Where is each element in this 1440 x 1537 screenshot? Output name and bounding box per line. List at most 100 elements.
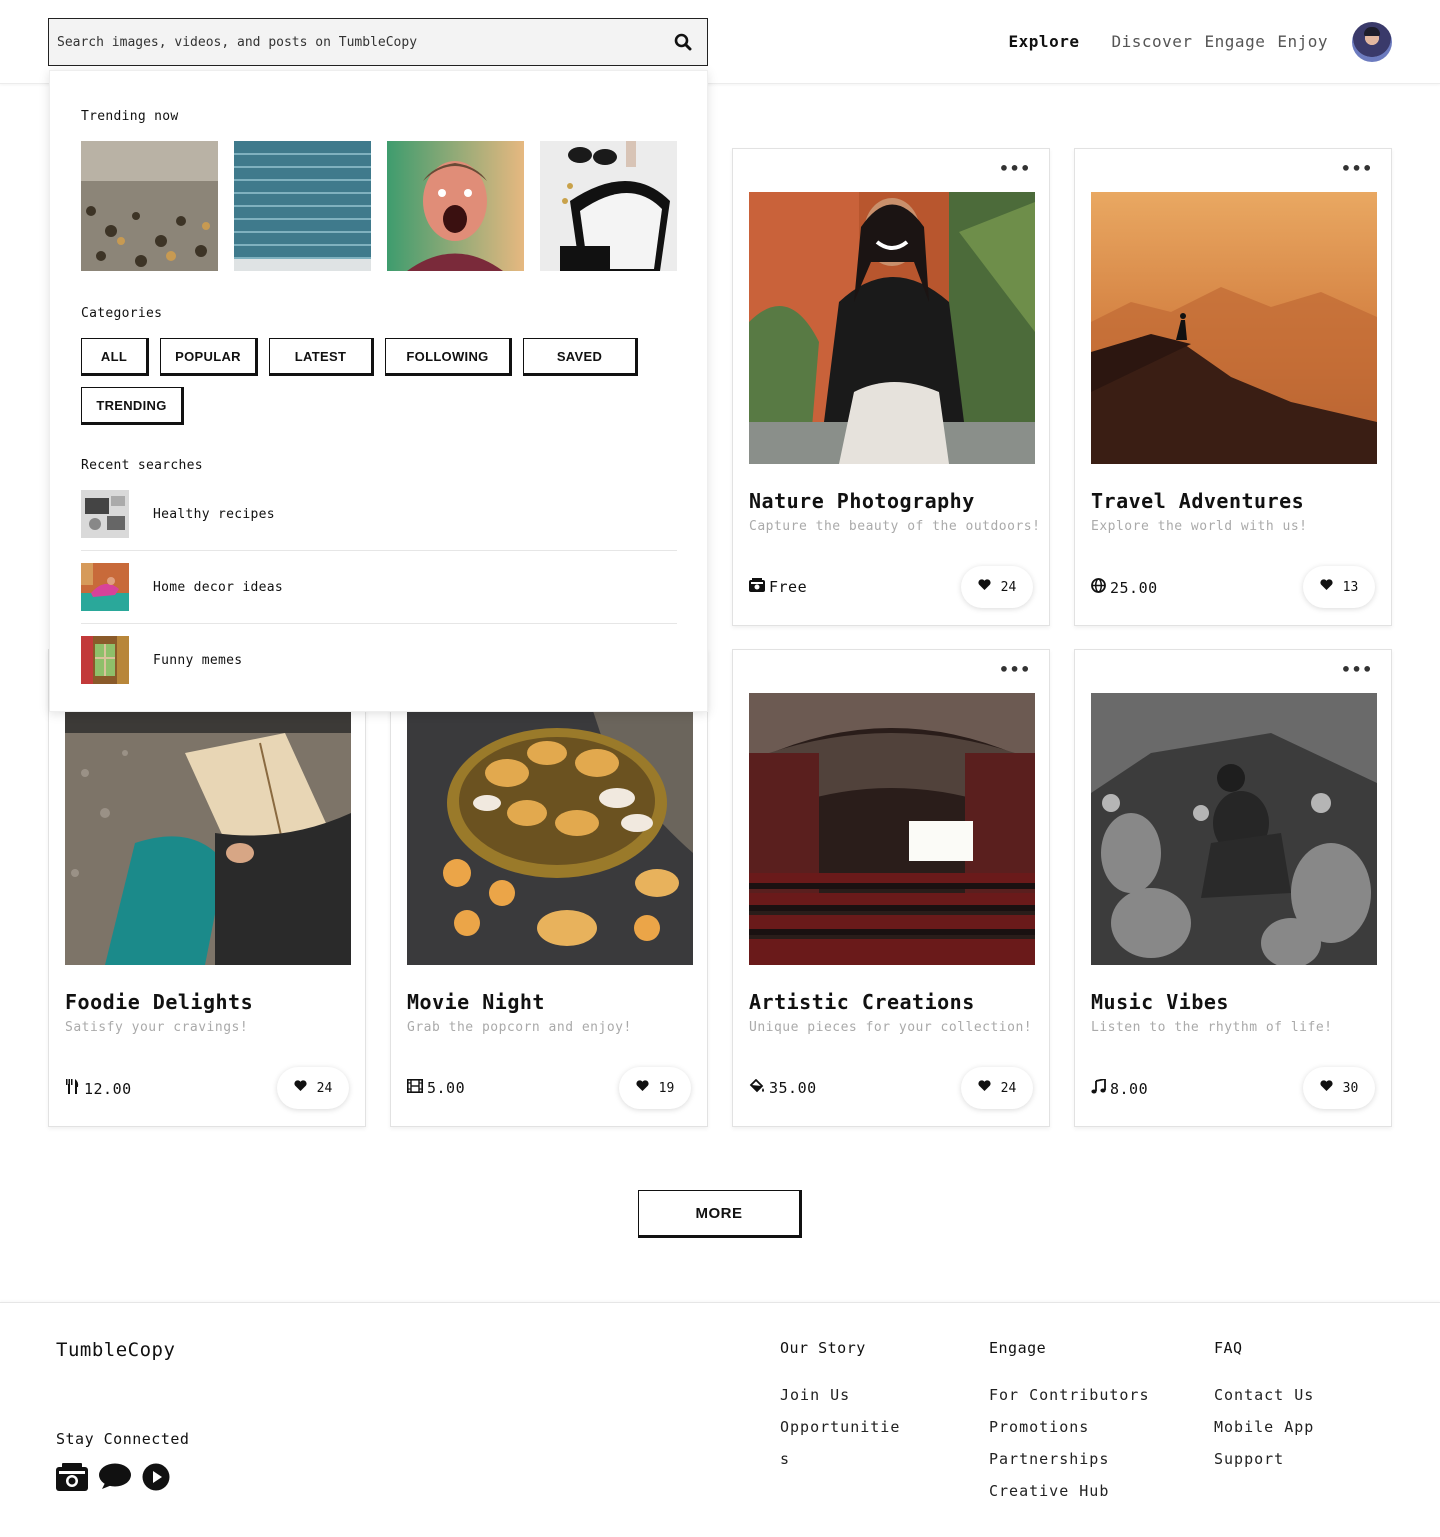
category-following[interactable]: FOLLOWING — [385, 338, 512, 376]
footer-link[interactable]: Partnerships — [989, 1443, 1150, 1475]
price-value: Free — [769, 578, 808, 596]
like-count: 13 — [1342, 579, 1359, 595]
pebble-beach-image[interactable] — [81, 141, 218, 271]
site-footer: TumbleCopy Stay Connected Our Story Join… — [0, 1302, 1440, 1537]
utensils-icon — [65, 1079, 80, 1098]
more-options-icon[interactable]: ••• — [1341, 161, 1373, 177]
window-room-image — [81, 636, 129, 684]
like-count: 30 — [1342, 1080, 1359, 1096]
nav-enjoy[interactable]: Enjoy — [1277, 32, 1328, 51]
like-button[interactable]: 19 — [619, 1067, 691, 1109]
card-price: 25.00 — [1091, 578, 1158, 597]
film-icon — [407, 1079, 423, 1097]
card-travel-adventures[interactable]: ••• Travel Adventures Explore the world … — [1074, 148, 1392, 626]
search-input[interactable] — [57, 34, 671, 50]
card-music-vibes[interactable]: ••• Music Vibes Listen to the rhythm of … — [1074, 649, 1392, 1127]
footer-link[interactable]: s — [780, 1443, 900, 1475]
footer-brand[interactable]: TumbleCopy — [56, 1339, 175, 1361]
hiker-mountain-sunset-image[interactable] — [1091, 192, 1377, 464]
like-count: 24 — [1000, 1080, 1017, 1096]
globe-icon — [1091, 578, 1106, 597]
like-button[interactable]: 24 — [277, 1067, 349, 1109]
footer-column-our-story: Our Story Join Us Opportunitie s — [780, 1339, 900, 1475]
card-title: Foodie Delights — [65, 990, 254, 1014]
footer-column-engage: Engage For Contributors Promotions Partn… — [989, 1339, 1150, 1507]
like-button[interactable]: 24 — [961, 566, 1033, 608]
footer-column-heading: Our Story — [780, 1339, 866, 1357]
divider — [81, 550, 677, 551]
card-title: Travel Adventures — [1091, 489, 1305, 513]
like-button[interactable]: 30 — [1303, 1067, 1375, 1109]
card-foodie-delights[interactable]: ••• Foodie Delights Satisfy your craving… — [48, 649, 366, 1127]
smiling-woman-leather-jacket-image[interactable] — [749, 192, 1035, 464]
card-artistic-creations[interactable]: ••• Artistic Creations Unique pieces for… — [732, 649, 1050, 1127]
card-title: Nature Photography — [749, 489, 975, 513]
blue-brick-wall-image[interactable] — [234, 141, 371, 271]
footer-link[interactable]: Promotions — [989, 1411, 1150, 1443]
heart-icon — [978, 579, 991, 595]
category-latest[interactable]: LATEST — [269, 338, 374, 376]
more-button[interactable]: MORE — [638, 1190, 802, 1238]
categories-heading: Categories — [81, 306, 163, 321]
card-nature-photography[interactable]: ••• Nature Photography Capture the beaut… — [732, 148, 1050, 626]
cinema-hall-image[interactable] — [749, 693, 1035, 965]
desk-gadgets-image — [81, 490, 129, 538]
category-popular[interactable]: POPULAR — [160, 338, 258, 376]
camera-icon[interactable] — [56, 1463, 88, 1495]
recent-search-label: Funny memes — [153, 652, 243, 668]
yoga-room-image — [81, 563, 129, 611]
footer-link[interactable]: Join Us — [780, 1379, 900, 1411]
more-options-icon[interactable]: ••• — [999, 662, 1031, 678]
card-subtitle: Satisfy your cravings! — [65, 1020, 249, 1035]
price-value: 35.00 — [769, 1079, 817, 1097]
card-movie-night[interactable]: ••• Movie Night Grab the popcorn and enj… — [390, 649, 708, 1127]
card-price: 5.00 — [407, 1079, 465, 1097]
footer-column-faq: FAQ Contact Us Mobile App Support — [1214, 1339, 1314, 1475]
price-value: 25.00 — [1110, 578, 1158, 597]
heart-icon — [978, 1080, 991, 1096]
sculptor-workshop-image[interactable] — [1091, 693, 1377, 965]
divider — [81, 623, 677, 624]
more-options-icon[interactable]: ••• — [999, 161, 1031, 177]
person-reading-book-image[interactable] — [65, 693, 351, 965]
category-saved[interactable]: SAVED — [523, 338, 638, 376]
recent-heading: Recent searches — [81, 458, 203, 473]
nav-engage[interactable]: Engage — [1205, 32, 1266, 51]
footer-link[interactable]: Mobile App — [1214, 1411, 1314, 1443]
recent-search-label: Home decor ideas — [153, 579, 284, 595]
price-value: 8.00 — [1110, 1079, 1149, 1098]
play-icon[interactable] — [142, 1463, 170, 1495]
surprised-man-image[interactable] — [387, 141, 524, 271]
card-title: Artistic Creations — [749, 990, 975, 1014]
footer-column-heading: Engage — [989, 1339, 1047, 1357]
footer-link[interactable]: For Contributors — [989, 1379, 1150, 1411]
like-button[interactable]: 13 — [1303, 566, 1375, 608]
flat-lay-accessories-image[interactable] — [540, 141, 677, 271]
footer-link[interactable]: Support — [1214, 1443, 1314, 1475]
search-bar[interactable] — [48, 18, 708, 66]
more-options-icon[interactable]: ••• — [1341, 662, 1373, 678]
category-trending[interactable]: TRENDING — [81, 387, 184, 425]
footer-link[interactable]: Contact Us — [1214, 1379, 1314, 1411]
main-nav: Explore Discover Engage Enjoy — [1009, 32, 1328, 51]
recent-search-label: Healthy recipes — [153, 506, 275, 522]
footer-link[interactable]: Opportunitie — [780, 1411, 900, 1443]
music-note-icon — [1091, 1077, 1106, 1098]
footer-link[interactable]: Creative Hub — [989, 1475, 1150, 1507]
like-button[interactable]: 24 — [961, 1067, 1033, 1109]
stay-connected-heading: Stay Connected — [56, 1430, 190, 1448]
nav-explore[interactable]: Explore — [1009, 32, 1080, 51]
recent-search-item[interactable]: Healthy recipes — [81, 482, 677, 546]
card-title: Movie Night — [407, 990, 545, 1014]
card-subtitle: Capture the beauty of the outdoors! — [749, 519, 1041, 534]
nav-discover[interactable]: Discover — [1111, 32, 1192, 51]
user-avatar[interactable] — [1352, 22, 1392, 62]
category-all[interactable]: ALL — [81, 338, 149, 376]
pastries-tray-image[interactable] — [407, 693, 693, 965]
camera-icon — [749, 578, 765, 596]
recent-search-item[interactable]: Home decor ideas — [81, 555, 677, 619]
search-icon[interactable] — [671, 30, 695, 54]
price-value: 12.00 — [84, 1079, 132, 1098]
chat-bubble-icon[interactable] — [98, 1463, 132, 1495]
recent-search-item[interactable]: Funny memes — [81, 628, 677, 692]
